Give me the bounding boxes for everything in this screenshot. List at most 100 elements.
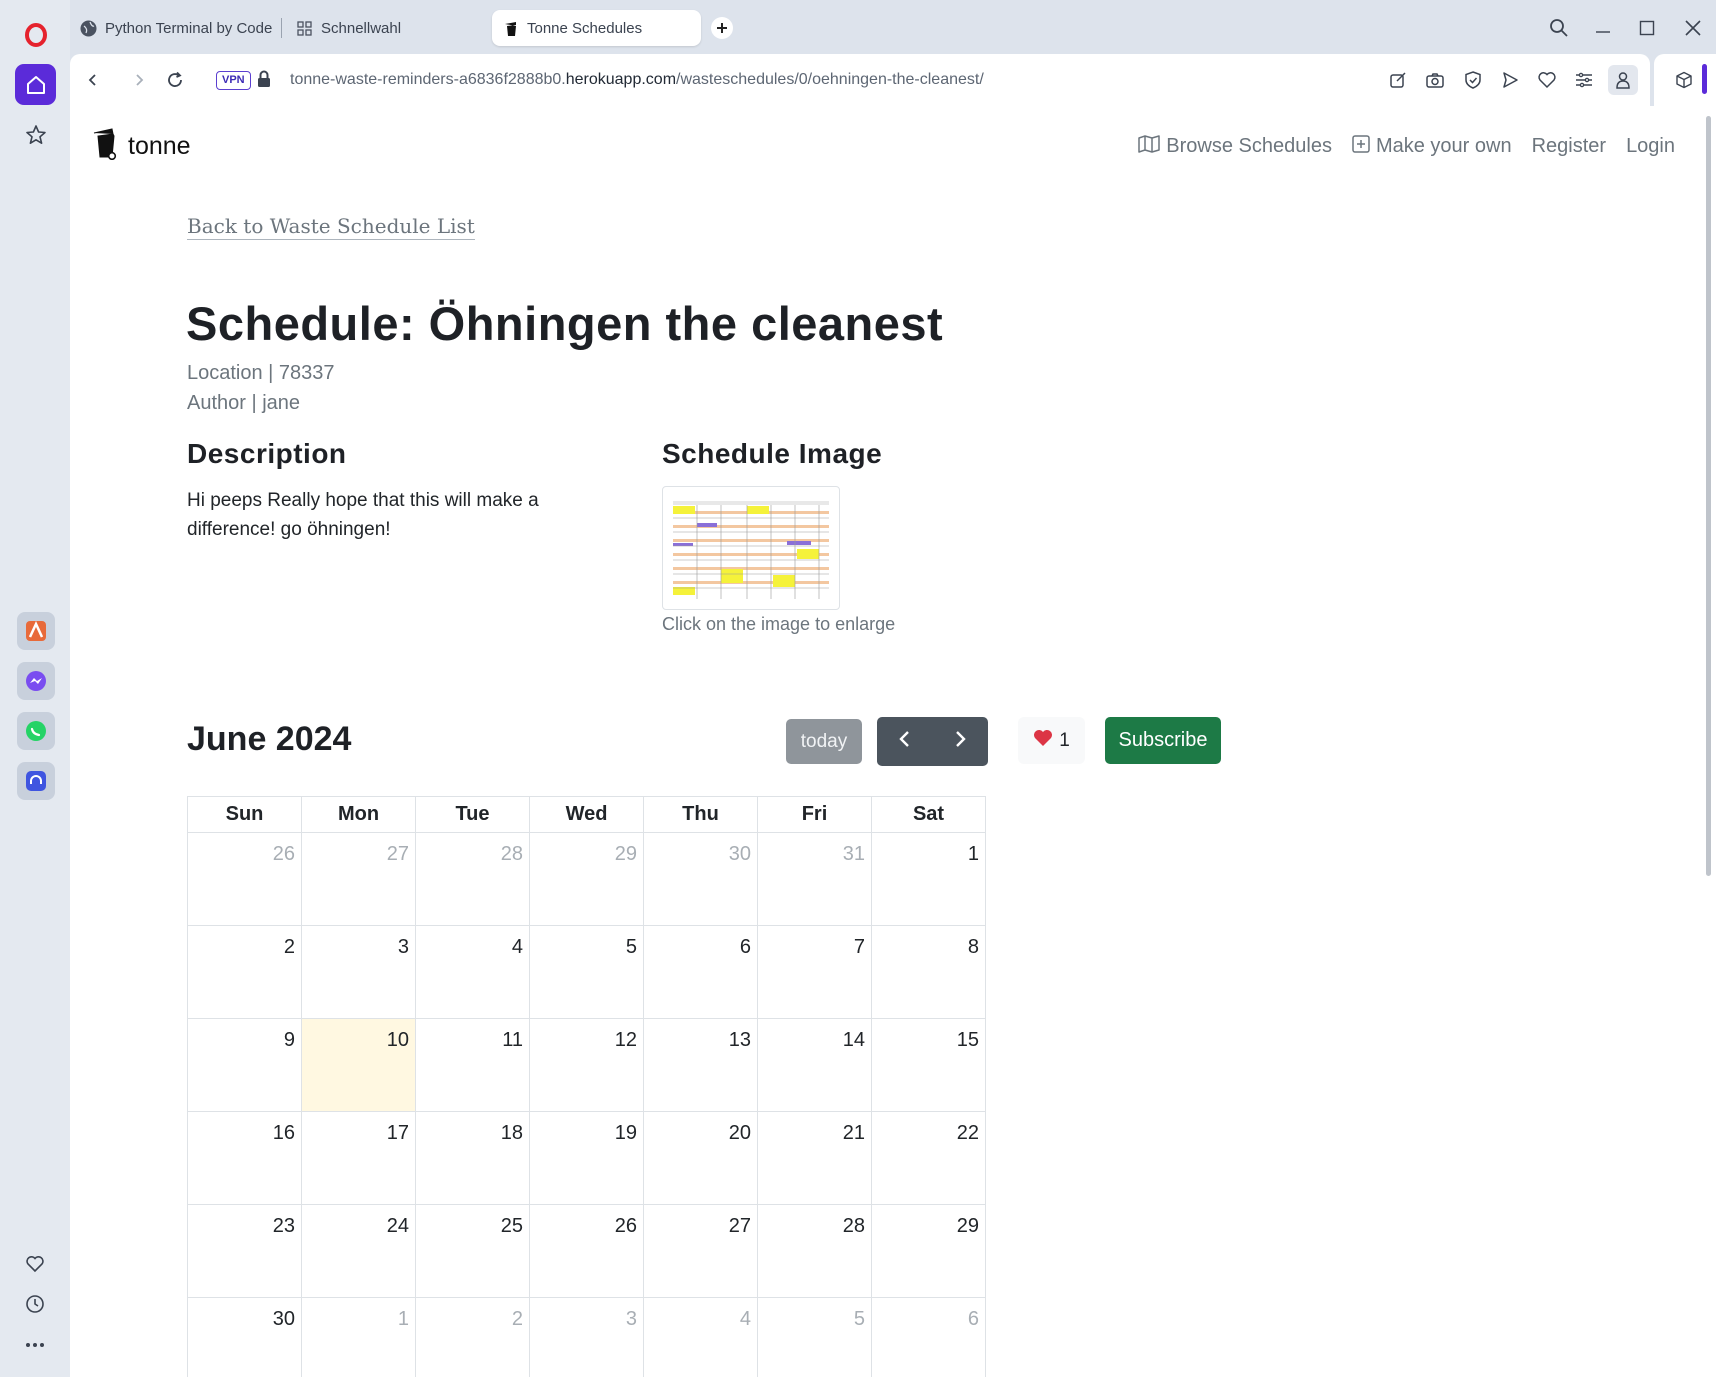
calendar-day-cell[interactable]: 22 — [871, 1111, 986, 1205]
next-month-button[interactable] — [933, 717, 989, 766]
calendar-day-cell[interactable]: 30 — [643, 832, 758, 926]
calendar-day-cell[interactable]: 2 — [187, 925, 302, 1019]
forward-arrow-icon[interactable] — [126, 67, 152, 93]
prev-month-button[interactable] — [877, 717, 933, 766]
calendar-day-cell[interactable]: 3 — [301, 925, 416, 1019]
url-field[interactable]: tonne-waste-reminders-a6836f2888b0.herok… — [290, 54, 984, 106]
top-navigation: Browse Schedules Make your own Register … — [1138, 134, 1675, 158]
nav-make-your-own[interactable]: Make your own — [1352, 134, 1512, 158]
nav-login[interactable]: Login — [1626, 134, 1675, 158]
calendar-day-cell[interactable]: 28 — [757, 1204, 872, 1298]
calendar-day-cell[interactable]: 31 — [757, 832, 872, 926]
calendar-day-cell[interactable]: 2 — [415, 1297, 530, 1377]
calendar-day-cell[interactable]: 4 — [415, 925, 530, 1019]
back-arrow-icon[interactable] — [80, 67, 106, 93]
today-button[interactable]: today — [786, 719, 862, 764]
nav-browse-schedules[interactable]: Browse Schedules — [1138, 134, 1332, 158]
vpn-badge[interactable]: VPN — [216, 71, 251, 90]
calendar-day-cell[interactable]: 3 — [529, 1297, 644, 1377]
weekday-header-row: Sun Mon Tue Wed Thu Fri Sat — [187, 796, 986, 833]
nav-register[interactable]: Register — [1532, 134, 1606, 158]
tab-tonne-schedules[interactable]: Tonne Schedules — [492, 10, 701, 46]
lock-icon[interactable] — [257, 70, 271, 93]
calendar-day-cell[interactable]: 5 — [529, 925, 644, 1019]
camera-snapshot-icon[interactable] — [1423, 68, 1447, 92]
calendar-day-cell[interactable]: 28 — [415, 832, 530, 926]
map-icon — [1138, 134, 1161, 158]
back-to-list-link[interactable]: Back to Waste Schedule List — [187, 214, 475, 240]
calendar-day-cell[interactable]: 24 — [301, 1204, 416, 1298]
calendar-day-cell[interactable]: 1 — [871, 832, 986, 926]
profile-icon[interactable] — [1608, 65, 1638, 95]
tab-python-terminal[interactable]: Python Terminal by Code I — [70, 10, 277, 46]
calendar-day-cell[interactable]: 17 — [301, 1111, 416, 1205]
calendar-day-cell[interactable]: 21 — [757, 1111, 872, 1205]
new-tab-plus-icon[interactable] — [711, 17, 733, 39]
subscribe-button[interactable]: Subscribe — [1105, 717, 1221, 764]
bookmarks-star-icon[interactable] — [15, 114, 56, 155]
calendar-day-cell[interactable]: 14 — [757, 1018, 872, 1112]
calendar-day-cell[interactable]: 16 — [187, 1111, 302, 1205]
description-heading: Description — [187, 438, 347, 469]
my-flow-heart-icon[interactable] — [1535, 68, 1559, 92]
calendar-week-row: 30 1 2 3 4 5 6 — [187, 1297, 986, 1377]
month-calendar: Sun Mon Tue Wed Thu Fri Sat 26 27 28 29 … — [187, 796, 986, 1377]
calendar-day-cell[interactable]: 9 — [187, 1018, 302, 1112]
tab-schnellwahl[interactable]: Schnellwahl — [286, 10, 486, 46]
calendar-today-cell[interactable]: 10 — [301, 1018, 416, 1112]
messenger-icon[interactable] — [17, 662, 55, 700]
like-button[interactable]: 1 — [1018, 717, 1085, 764]
aria-app-icon[interactable] — [17, 612, 55, 650]
weekday-header: Wed — [529, 796, 644, 833]
calendar-day-cell[interactable]: 27 — [301, 832, 416, 926]
history-clock-icon[interactable] — [18, 1287, 52, 1321]
favorites-heart-icon[interactable] — [18, 1247, 52, 1281]
minimize-icon[interactable] — [1588, 14, 1618, 42]
calendar-day-cell[interactable]: 1 — [301, 1297, 416, 1377]
search-tabs-icon[interactable] — [1544, 14, 1574, 42]
calendar-day-cell[interactable]: 27 — [643, 1204, 758, 1298]
brand-name: tonne — [128, 132, 191, 160]
calendar-day-cell[interactable]: 15 — [871, 1018, 986, 1112]
page-scrollbar[interactable] — [1701, 106, 1716, 1377]
reload-icon[interactable] — [162, 67, 188, 93]
calendar-day-cell[interactable]: 5 — [757, 1297, 872, 1377]
adblock-shield-icon[interactable] — [1461, 68, 1485, 92]
calendar-day-cell[interactable]: 25 — [415, 1204, 530, 1298]
calendar-day-cell[interactable]: 6 — [643, 925, 758, 1019]
schedule-image-thumbnail[interactable] — [662, 486, 840, 610]
calendar-day-cell[interactable]: 26 — [529, 1204, 644, 1298]
send-flow-icon[interactable] — [1498, 68, 1522, 92]
weekday-header: Fri — [757, 796, 872, 833]
calendar-day-cell[interactable]: 6 — [871, 1297, 986, 1377]
calendar-day-cell[interactable]: 19 — [529, 1111, 644, 1205]
calendar-day-cell[interactable]: 30 — [187, 1297, 302, 1377]
home-icon[interactable] — [15, 64, 56, 105]
calendar-day-cell[interactable]: 12 — [529, 1018, 644, 1112]
chevron-right-icon — [953, 730, 967, 753]
site-brand[interactable]: tonne — [92, 126, 191, 167]
music-player-icon[interactable] — [17, 762, 55, 800]
calendar-day-cell[interactable]: 4 — [643, 1297, 758, 1377]
calendar-day-cell[interactable]: 29 — [871, 1204, 986, 1298]
calendar-day-cell[interactable]: 20 — [643, 1111, 758, 1205]
whatsapp-icon[interactable] — [17, 712, 55, 750]
scrollbar-thumb[interactable] — [1706, 116, 1711, 876]
maximize-icon[interactable] — [1632, 14, 1662, 42]
heart-icon — [1033, 729, 1053, 753]
edit-share-icon[interactable] — [1386, 68, 1410, 92]
more-dots-icon[interactable] — [18, 1328, 52, 1362]
close-window-icon[interactable] — [1678, 14, 1708, 42]
easy-setup-icon[interactable] — [1572, 68, 1596, 92]
calendar-day-cell[interactable]: 18 — [415, 1111, 530, 1205]
calendar-day-cell[interactable]: 7 — [757, 925, 872, 1019]
opera-logo-icon[interactable] — [15, 14, 56, 55]
calendar-day-cell[interactable]: 8 — [871, 925, 986, 1019]
extensions-cube-icon[interactable] — [1672, 68, 1696, 92]
sidebar-toggle-indicator[interactable] — [1702, 64, 1707, 94]
calendar-day-cell[interactable]: 11 — [415, 1018, 530, 1112]
calendar-day-cell[interactable]: 23 — [187, 1204, 302, 1298]
calendar-day-cell[interactable]: 13 — [643, 1018, 758, 1112]
calendar-day-cell[interactable]: 26 — [187, 832, 302, 926]
calendar-day-cell[interactable]: 29 — [529, 832, 644, 926]
